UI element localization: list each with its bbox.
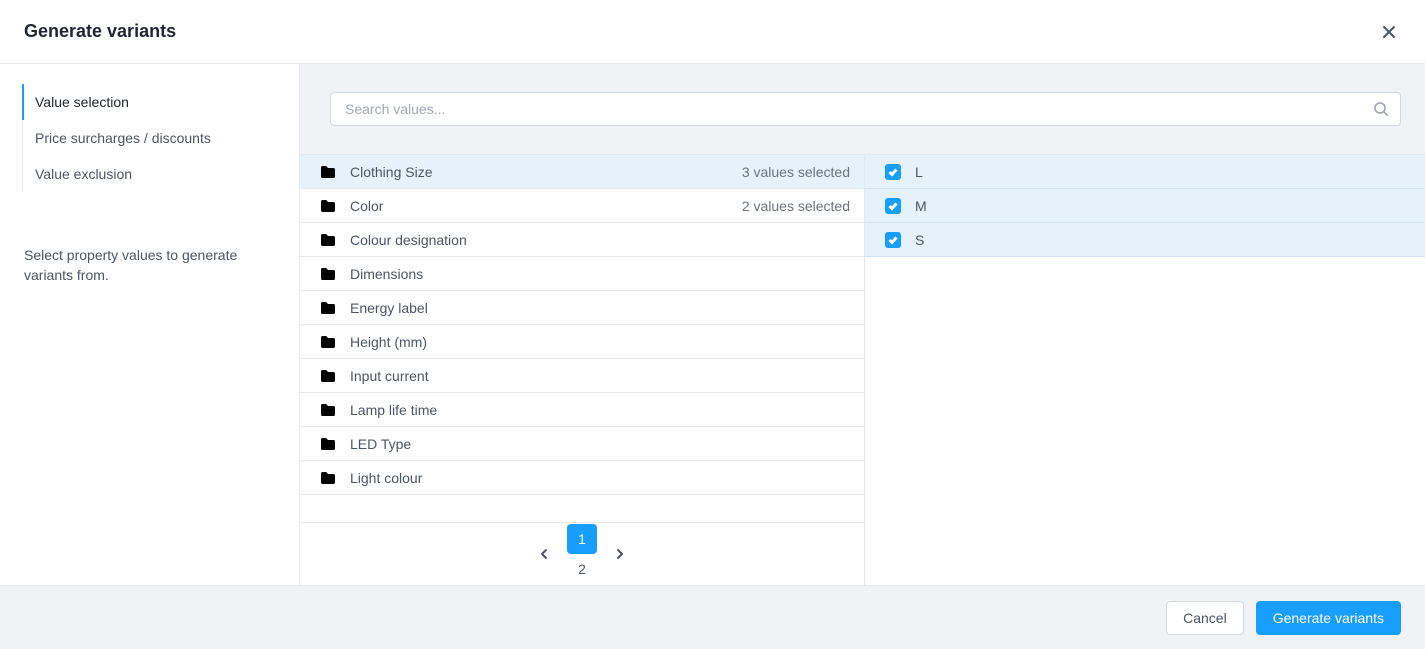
property-count: 3 values selected [742, 164, 850, 180]
dialog-footer: Cancel Generate variants [0, 585, 1425, 649]
property-label: Color [350, 198, 742, 214]
sidebar-item-value-selection[interactable]: Value selection [23, 84, 299, 120]
property-row[interactable]: Dimensions [300, 257, 864, 291]
sidebar: Value selectionPrice surcharges / discou… [0, 64, 300, 585]
dialog-title: Generate variants [24, 21, 176, 42]
property-row[interactable]: Input current [300, 359, 864, 393]
value-checkbox[interactable] [885, 164, 901, 180]
property-row[interactable]: Color2 values selected [300, 189, 864, 223]
value-column: L M S [865, 155, 1425, 585]
property-label: Input current [350, 368, 850, 384]
generate-variants-button[interactable]: Generate variants [1256, 601, 1401, 635]
folder-icon [320, 403, 336, 417]
chevron-right-icon [614, 548, 626, 560]
cancel-button[interactable]: Cancel [1166, 601, 1244, 635]
folder-icon [320, 233, 336, 247]
page-prev-button[interactable] [529, 539, 559, 569]
property-label: Colour designation [350, 232, 850, 248]
folder-icon [320, 165, 336, 179]
property-label: Lamp life time [350, 402, 850, 418]
property-label: Clothing Size [350, 164, 742, 180]
search-icon [1373, 101, 1389, 117]
property-count: 2 values selected [742, 198, 850, 214]
folder-icon [320, 369, 336, 383]
page-number-1[interactable]: 1 [567, 524, 597, 554]
sidebar-item-value-exclusion[interactable]: Value exclusion [23, 156, 299, 192]
main-panel: Clothing Size3 values selectedColor2 val… [300, 64, 1425, 585]
value-checkbox[interactable] [885, 198, 901, 214]
folder-icon [320, 437, 336, 451]
pagination: 12 [300, 522, 864, 585]
close-button[interactable] [1377, 20, 1401, 44]
folder-icon [320, 267, 336, 281]
property-row[interactable]: Clothing Size3 values selected [300, 155, 864, 189]
chevron-left-icon [538, 548, 550, 560]
sidebar-nav: Value selectionPrice surcharges / discou… [22, 84, 299, 192]
property-label: Height (mm) [350, 334, 850, 350]
value-list: L M S [865, 155, 1425, 257]
value-row[interactable]: L [865, 155, 1425, 189]
page-next-button[interactable] [605, 539, 635, 569]
property-label: Light colour [350, 470, 850, 486]
property-label: Energy label [350, 300, 850, 316]
property-column: Clothing Size3 values selectedColor2 val… [300, 155, 865, 585]
value-label: L [915, 164, 923, 180]
folder-icon [320, 335, 336, 349]
value-checkbox[interactable] [885, 232, 901, 248]
value-row[interactable]: S [865, 223, 1425, 257]
property-label: Dimensions [350, 266, 850, 282]
check-icon [888, 167, 898, 177]
value-label: S [915, 232, 924, 248]
close-icon [1381, 24, 1397, 40]
sidebar-item-price-surcharges-discounts[interactable]: Price surcharges / discounts [23, 120, 299, 156]
property-row[interactable]: Height (mm) [300, 325, 864, 359]
page-number-2[interactable]: 2 [567, 554, 597, 584]
property-label: LED Type [350, 436, 850, 452]
folder-icon [320, 471, 336, 485]
value-label: M [915, 198, 927, 214]
search-bar [300, 64, 1425, 155]
folder-icon [320, 199, 336, 213]
property-row[interactable]: Colour designation [300, 223, 864, 257]
search-input[interactable] [330, 92, 1401, 126]
value-row[interactable]: M [865, 189, 1425, 223]
property-row[interactable]: Lamp life time [300, 393, 864, 427]
folder-icon [320, 301, 336, 315]
property-row[interactable]: Light colour [300, 461, 864, 495]
property-row[interactable]: LED Type [300, 427, 864, 461]
property-row[interactable]: Energy label [300, 291, 864, 325]
sidebar-help-text: Select property values to generate varia… [0, 206, 299, 285]
property-list: Clothing Size3 values selectedColor2 val… [300, 155, 864, 522]
check-icon [888, 235, 898, 245]
check-icon [888, 201, 898, 211]
